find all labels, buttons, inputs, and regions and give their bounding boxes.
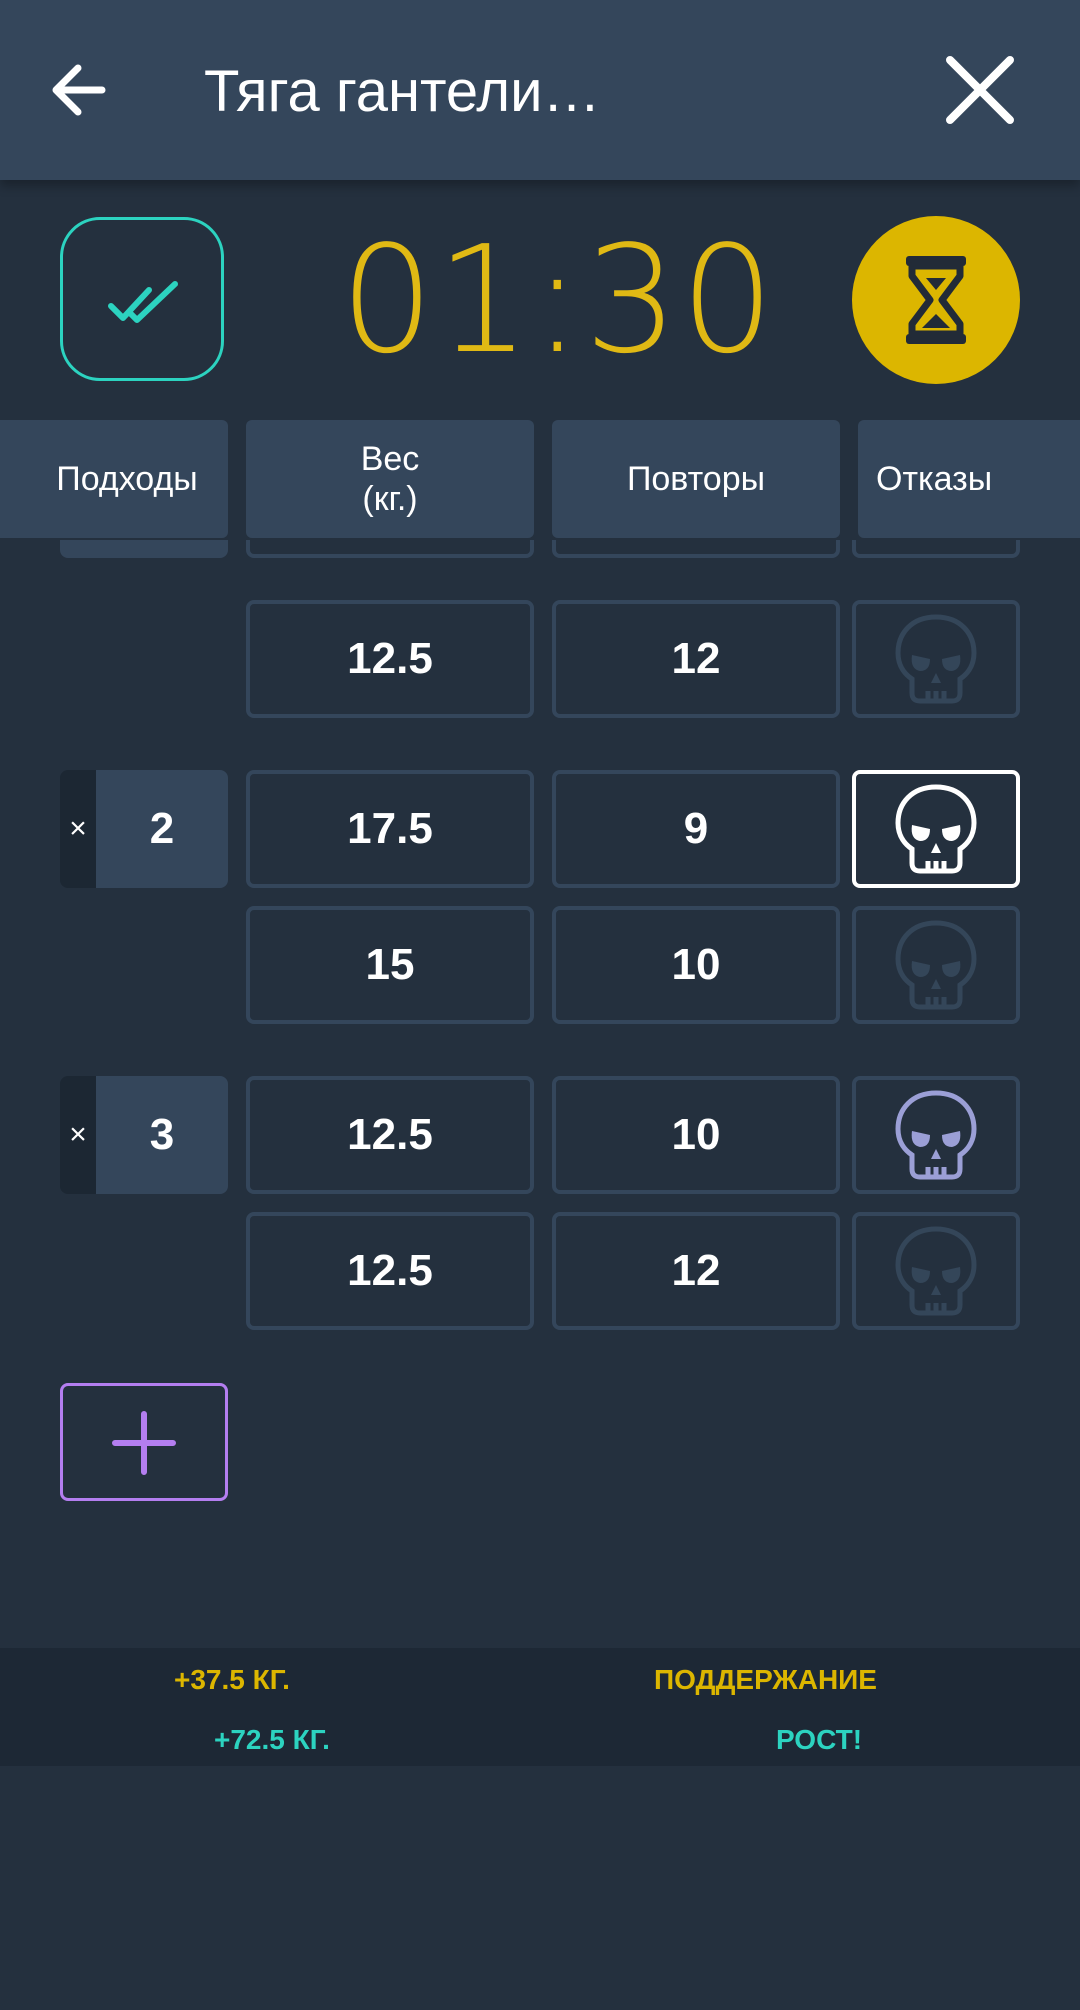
close-icon bbox=[946, 56, 1014, 124]
skull-icon bbox=[895, 1226, 977, 1316]
reps-cell[interactable]: 12 bbox=[552, 600, 840, 718]
growth-weight: +72.5 КГ. bbox=[214, 1724, 330, 1755]
failure-toggle-active[interactable] bbox=[852, 770, 1020, 888]
weight-cell-clipped bbox=[246, 540, 534, 558]
skull-icon bbox=[895, 614, 977, 704]
skull-icon bbox=[895, 1090, 977, 1180]
reps-cell-clipped bbox=[552, 540, 840, 558]
exercise-title: Тяга гантели… bbox=[204, 59, 601, 124]
weight-cell[interactable]: 12.5 bbox=[246, 600, 534, 718]
app-bar: Тяга гантели… bbox=[0, 0, 1080, 180]
maintain-weight: +37.5 КГ. bbox=[174, 1664, 290, 1695]
complete-button[interactable] bbox=[60, 217, 224, 381]
set-number: 3 bbox=[96, 1076, 228, 1194]
reps-cell[interactable]: 9 bbox=[552, 770, 840, 888]
reps-cell[interactable]: 10 bbox=[552, 1076, 840, 1194]
failure-cell-clipped bbox=[852, 540, 1020, 558]
add-set-button[interactable] bbox=[60, 1383, 228, 1501]
failure-toggle-partial[interactable] bbox=[852, 1076, 1020, 1194]
plus-icon bbox=[112, 1411, 176, 1475]
column-header-reps: Повторы bbox=[552, 420, 840, 538]
arrow-left-icon bbox=[52, 64, 106, 116]
remove-set-button[interactable]: × bbox=[60, 1076, 96, 1194]
weight-cell[interactable]: 12.5 bbox=[246, 1076, 534, 1194]
reps-cell[interactable]: 12 bbox=[552, 1212, 840, 1330]
weight-cell[interactable]: 12.5 bbox=[246, 1212, 534, 1330]
failure-toggle[interactable] bbox=[852, 1212, 1020, 1330]
weight-cell[interactable]: 15 bbox=[246, 906, 534, 1024]
column-header-weight: Вес (кг.) bbox=[246, 420, 534, 538]
growth-label: РОСТ! bbox=[776, 1724, 863, 1755]
maintain-label: ПОДДЕРЖАНИЕ bbox=[654, 1664, 877, 1695]
set-badge-clipped bbox=[60, 540, 228, 558]
set-badge-3: × 3 bbox=[60, 1076, 228, 1194]
timer-button[interactable] bbox=[852, 216, 1020, 384]
double-check-icon bbox=[108, 281, 178, 323]
column-header-failures: Отказы bbox=[858, 420, 1080, 538]
hourglass-icon bbox=[906, 256, 966, 344]
set-number: 2 bbox=[96, 770, 228, 888]
failure-toggle[interactable] bbox=[852, 906, 1020, 1024]
remove-set-button[interactable]: × bbox=[60, 770, 96, 888]
summary-bar: +37.5 КГ. ПОДДЕРЖАНИЕ +72.5 КГ. РОСТ! bbox=[0, 1648, 1080, 1766]
rest-timer[interactable]: 01:30 bbox=[340, 218, 775, 382]
skull-icon bbox=[895, 920, 977, 1010]
reps-cell[interactable]: 10 bbox=[552, 906, 840, 1024]
weight-cell[interactable]: 17.5 bbox=[246, 770, 534, 888]
failure-toggle[interactable] bbox=[852, 600, 1020, 718]
set-badge-2: × 2 bbox=[60, 770, 228, 888]
close-button[interactable] bbox=[940, 50, 1020, 130]
skull-icon bbox=[895, 784, 977, 874]
back-button[interactable] bbox=[44, 52, 114, 128]
column-header-sets: Подходы bbox=[0, 420, 228, 538]
